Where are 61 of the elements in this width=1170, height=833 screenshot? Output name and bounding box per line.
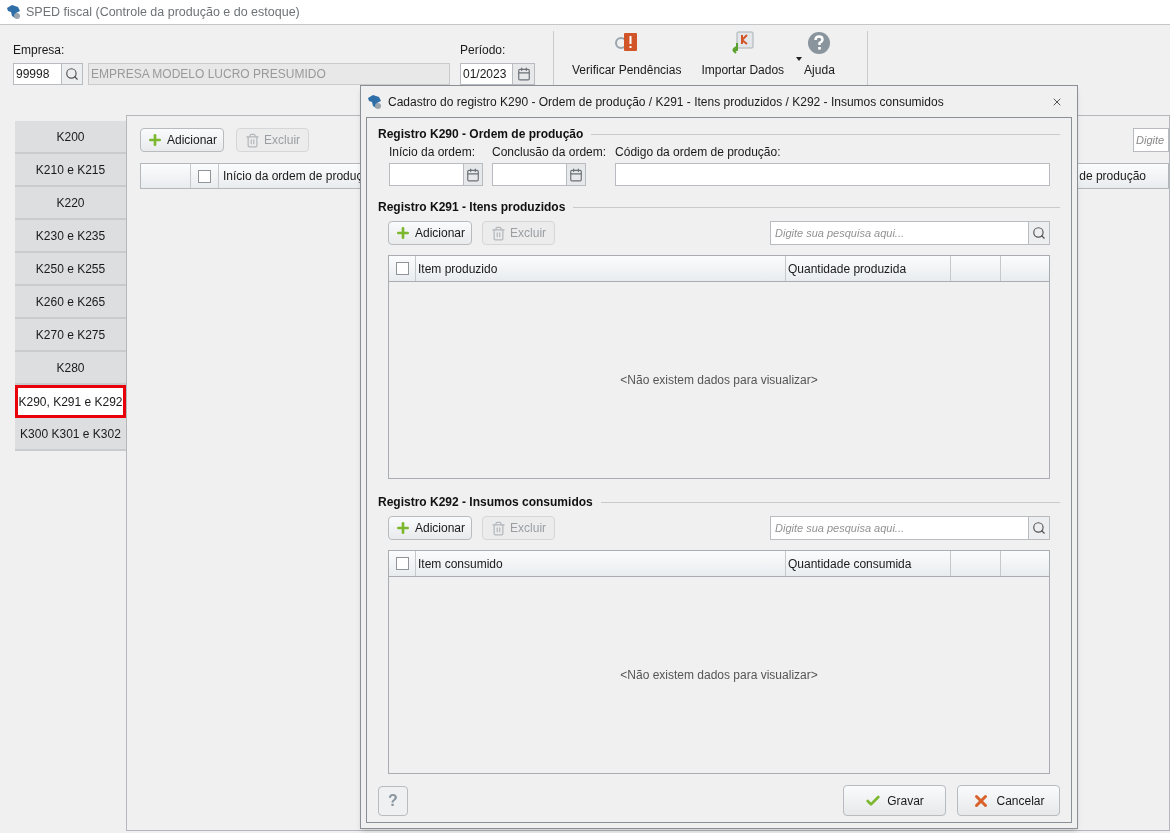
column-header[interactable]: de produção (1079, 167, 1168, 185)
dropdown-caret-icon[interactable] (796, 57, 803, 61)
column-header[interactable]: Item produzido (416, 256, 786, 281)
text-field[interactable] (615, 163, 1050, 186)
search-field[interactable]: Digite (1133, 128, 1169, 152)
column-header[interactable]: Item consumido (416, 551, 786, 576)
app-logo-icon (367, 93, 383, 110)
field-label: Início da ordem: (389, 144, 477, 161)
select-all-checkbox[interactable] (395, 262, 409, 275)
side-tab[interactable]: K260 e K265 (15, 286, 126, 319)
section-title: Registro K291 - Itens produzidos (378, 199, 566, 216)
field-label: Código da ordem de produção: (615, 144, 782, 161)
search-button[interactable] (1028, 221, 1050, 245)
dialog-title: Cadastro do registro K290 - Ordem de produção / K291 - Itens produzidos / K292 - Insumos consumidos (388, 93, 945, 111)
period-label: Período: (460, 42, 507, 59)
select-all-checkbox[interactable] (395, 557, 409, 570)
empty-message: <Não existem dados para visualizar> (620, 667, 818, 684)
select-all-checkbox[interactable] (198, 169, 211, 183)
plus-icon (395, 520, 411, 536)
cancel-button[interactable]: Cancelar (957, 785, 1060, 816)
side-tab[interactable]: K270 e K275 (15, 319, 126, 352)
plus-icon (147, 132, 163, 148)
company-code-field[interactable]: 99998 (13, 63, 61, 85)
search-button[interactable] (1028, 516, 1050, 540)
column-header[interactable]: Quantidade consumida (786, 551, 951, 576)
side-tab[interactable]: K250 e K255 (15, 253, 126, 286)
save-button[interactable]: Gravar (843, 785, 946, 816)
side-tab[interactable]: K290, K291 e K292 (15, 385, 126, 418)
add-button[interactable]: Adicionar (388, 516, 473, 540)
trash-icon (245, 132, 261, 148)
trash-icon (491, 225, 507, 241)
toolbar-button[interactable]: Importar Dados (695, 31, 791, 79)
help-icon (807, 31, 832, 55)
section-title: Registro K290 - Ordem de produção (378, 126, 584, 143)
search-button[interactable] (61, 63, 83, 85)
plus-icon (395, 225, 411, 241)
column-header[interactable]: Quantidade produzida (786, 256, 951, 281)
empty-message: <Não existem dados para visualizar> (620, 372, 818, 389)
search-icon (1032, 521, 1046, 535)
toolbar-button[interactable]: Ajuda (798, 31, 841, 79)
search-icon (1032, 226, 1046, 240)
trash-icon (491, 520, 507, 536)
search-icon (65, 67, 79, 81)
add-button[interactable]: Adicionar (388, 221, 473, 245)
company-name-field: EMPRESA MODELO LUCRO PRESUMIDO (88, 63, 450, 85)
side-tab[interactable]: K230 e K235 (15, 220, 126, 253)
side-tab[interactable]: K200 (15, 121, 126, 154)
side-tab[interactable]: K280 (15, 352, 126, 385)
app-logo-icon (6, 4, 22, 20)
window-title: SPED fiscal (Controle da produção e do estoque) (26, 3, 300, 21)
side-tab[interactable]: K220 (15, 187, 126, 220)
company-label: Empresa: (13, 42, 66, 59)
document-import-icon (730, 31, 755, 55)
search-field[interactable]: Digite sua pesquisa aqui... (770, 221, 1028, 245)
side-tab[interactable]: K300 K301 e K302 (15, 418, 126, 451)
search-field[interactable]: Digite sua pesquisa aqui... (770, 516, 1028, 540)
add-button[interactable]: Adicionar (140, 128, 225, 152)
toolbar-button[interactable]: Verificar Pendências (566, 31, 688, 79)
field-label: Conclusão da ordem: (492, 144, 607, 161)
side-tab[interactable]: K210 e K215 (15, 154, 126, 187)
section-title: Registro K292 - Insumos consumidos (378, 494, 593, 511)
